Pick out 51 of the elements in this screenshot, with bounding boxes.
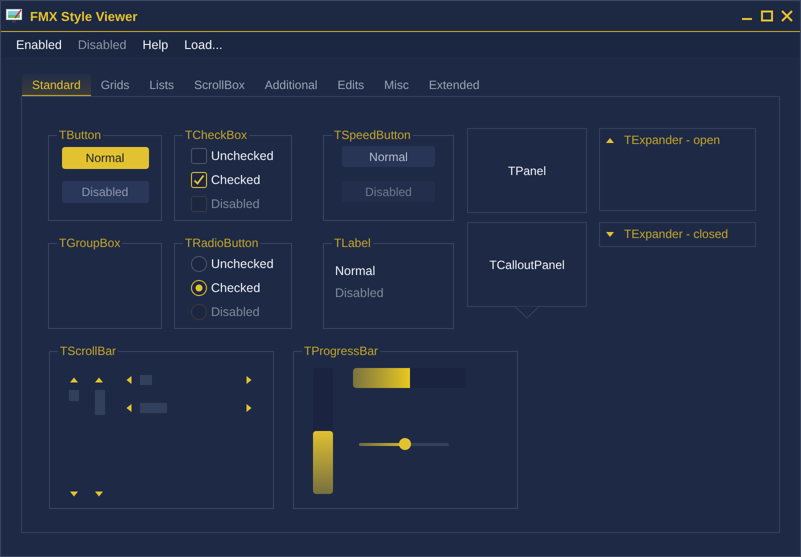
selected-radio-button[interactable] — [191, 280, 207, 296]
radio-label: Unchecked — [211, 257, 274, 271]
group-title: TSpeedButton — [333, 128, 412, 142]
group-title: TProgressBar — [303, 344, 380, 358]
group-title: TCheckBox — [184, 128, 248, 142]
radio-button[interactable] — [191, 256, 207, 272]
group-title: TScrollBar — [59, 344, 118, 358]
vertical-scroll-bar[interactable] — [95, 378, 105, 496]
checkbox-label: Unchecked — [211, 149, 274, 163]
radio-label: Checked — [211, 281, 260, 295]
tab[interactable]: Grids — [90, 74, 140, 96]
maximize-icon[interactable] — [760, 9, 774, 23]
expand-icon[interactable] — [606, 232, 614, 236]
expander[interactable]: TExpander - open — [599, 128, 756, 211]
menu-item[interactable]: Load... — [184, 38, 222, 52]
checkbox[interactable] — [191, 148, 207, 164]
vertical-scroll-bar[interactable] — [69, 378, 79, 496]
push-button[interactable]: Normal — [62, 147, 148, 169]
close-icon[interactable] — [780, 9, 794, 23]
menu-item[interactable]: Enabled — [16, 38, 62, 52]
tab[interactable]: Additional — [254, 74, 328, 96]
app-icon — [6, 9, 22, 23]
horizontal-scroll-bar[interactable] — [126, 403, 252, 413]
label-text: Normal — [335, 264, 376, 278]
radio-label: Disabled — [211, 305, 260, 319]
expander-title: TExpander - open — [624, 133, 720, 147]
group-title: TButton — [58, 128, 102, 142]
group-title: TGroupBox — [58, 236, 122, 250]
checkbox-label: Checked — [211, 173, 260, 187]
tab[interactable]: Misc — [374, 74, 419, 96]
tab[interactable]: Lists — [139, 74, 184, 96]
collapse-icon[interactable] — [606, 138, 614, 142]
speed-button[interactable]: Normal — [342, 146, 435, 167]
group-title: TLabel — [333, 236, 372, 250]
panel: TPanel — [467, 128, 587, 213]
checked-checkbox[interactable] — [191, 172, 207, 188]
expander-title: TExpander - closed — [624, 227, 728, 241]
window-title: FMX Style Viewer — [30, 8, 138, 24]
expander[interactable]: TExpander - closed — [599, 222, 756, 247]
tab[interactable]: Standard — [22, 74, 91, 96]
panel-caption: TCalloutPanel — [489, 258, 565, 272]
tab[interactable]: Edits — [327, 74, 374, 96]
label-text: Disabled — [335, 286, 385, 300]
menu-item[interactable]: Help — [142, 38, 168, 52]
tab[interactable]: Extended — [418, 74, 490, 96]
slider[interactable] — [359, 438, 449, 450]
tab[interactable]: ScrollBox — [184, 74, 255, 96]
horizontal-scroll-bar[interactable] — [126, 375, 252, 385]
checkbox-label: Disabled — [211, 197, 260, 211]
slider-thumb[interactable] — [398, 438, 411, 450]
group-title: TRadioButton — [184, 236, 260, 250]
